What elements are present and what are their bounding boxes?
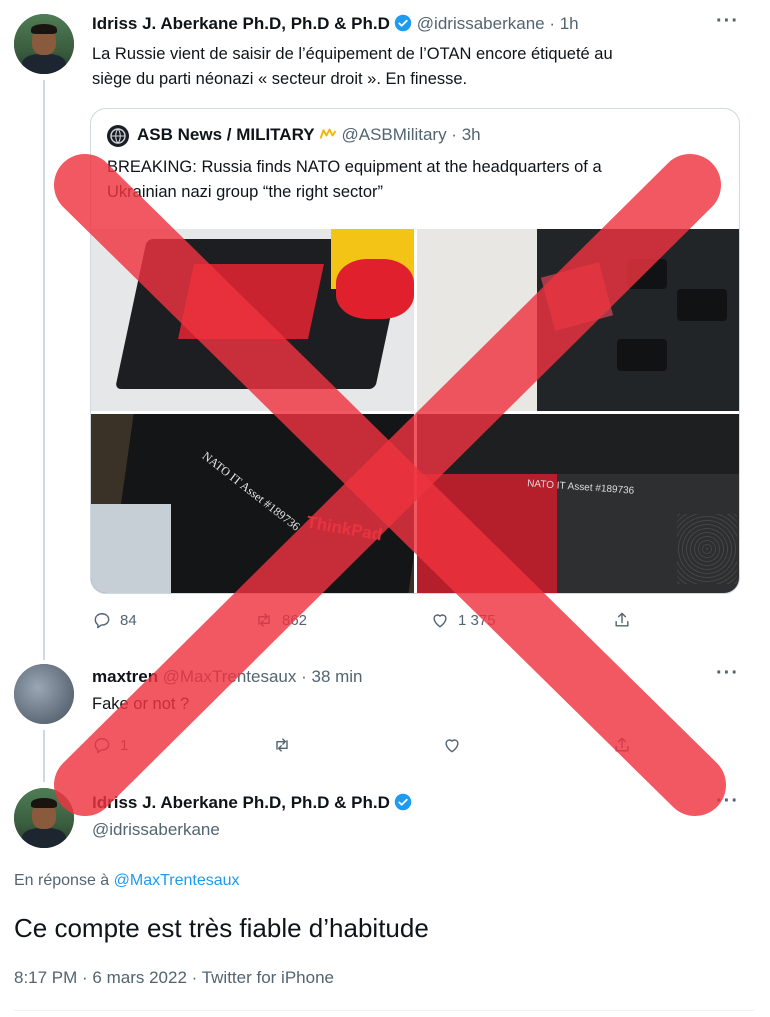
quote-text-line-1: BREAKING: Russia finds NATO equipment at… xyxy=(107,158,602,176)
reply-icon xyxy=(94,738,110,754)
reply-to-link[interactable]: @MaxTrentesaux xyxy=(114,872,240,889)
tweet-text-line-1: La Russie vient de saisir de l’équipemen… xyxy=(92,45,613,63)
red-keyboard-area xyxy=(178,264,324,339)
author-handle-time[interactable]: @MaxTrentesaux · 38 min xyxy=(163,667,363,686)
author-handle[interactable]: @idrissaberkane xyxy=(92,820,220,840)
quote-text-line-2: Ukrainian nazi group “the right sector” xyxy=(107,183,384,201)
quote-avatar xyxy=(107,125,129,147)
avatar-idriss[interactable] xyxy=(14,788,74,848)
avatar-maxtren[interactable] xyxy=(14,664,74,724)
reply-count: 84 xyxy=(120,611,137,629)
retweet-button[interactable]: 862 xyxy=(254,610,307,630)
retweet-count: 862 xyxy=(282,611,308,629)
reply-count: 1 xyxy=(120,736,129,754)
focused-tweet-text: Ce compte est très fiable d’habitude xyxy=(14,913,429,943)
tweet-text-line-2: siège du parti néonazi « secteur droit »… xyxy=(92,70,468,88)
photo-laptop-keyboard[interactable] xyxy=(91,229,414,411)
quote-author-name[interactable]: ASB News / MILITARY xyxy=(137,125,315,144)
photo-nato-sticker[interactable] xyxy=(417,229,739,411)
gold-m-icon xyxy=(319,128,337,139)
photo-nato-asset-label[interactable]: NATO IT Asset #189736 ThinkPad xyxy=(91,414,414,593)
share-button[interactable] xyxy=(612,735,632,755)
reply-button[interactable]: 1 xyxy=(92,735,128,755)
quote-author-handle-time[interactable]: @ASBMilitary · 3h xyxy=(341,125,480,144)
author-name[interactable]: maxtren xyxy=(92,667,158,686)
avatar-idriss[interactable] xyxy=(14,14,74,74)
reply-icon xyxy=(94,613,110,629)
quoted-tweet[interactable]: ASB News / MILITARY @ASBMilitary · 3h BR… xyxy=(90,108,740,594)
heart-icon xyxy=(433,614,447,628)
divider xyxy=(14,1010,754,1011)
retweet-icon xyxy=(276,738,288,752)
heart-icon xyxy=(445,739,459,753)
author-handle-time[interactable]: @idrissaberkane · 1h xyxy=(417,14,579,33)
more-options-icon[interactable]: ··· xyxy=(716,10,739,33)
like-button[interactable]: 1 375 xyxy=(430,610,496,630)
share-icon xyxy=(615,737,629,752)
retweet-button[interactable] xyxy=(272,735,292,755)
author-name[interactable]: Idriss J. Aberkane Ph.D, Ph.D & Ph.D xyxy=(92,793,390,812)
reply-button[interactable]: 84 xyxy=(92,610,137,630)
more-options-icon[interactable]: ··· xyxy=(716,790,739,813)
verified-badge-icon xyxy=(395,14,412,32)
photo-red-keyboard[interactable]: NATO IT Asset #189736 xyxy=(417,414,739,593)
thread-line xyxy=(43,80,45,660)
like-button[interactable] xyxy=(442,735,462,755)
share-button[interactable] xyxy=(612,610,632,630)
reply-context-label: En réponse à xyxy=(14,872,114,889)
tweet-meta[interactable]: 8:17 PM · 6 mars 2022 · Twitter for iPho… xyxy=(14,968,334,988)
like-count: 1 375 xyxy=(458,611,496,629)
share-icon xyxy=(615,612,629,627)
thread-line-2 xyxy=(43,730,45,782)
author-name[interactable]: Idriss J. Aberkane Ph.D, Ph.D & Ph.D xyxy=(92,14,390,33)
verified-badge-icon xyxy=(395,793,412,811)
retweet-icon xyxy=(258,613,270,627)
globe-icon xyxy=(110,128,126,144)
tweet-text: Fake or not ? xyxy=(92,695,190,713)
more-options-icon[interactable]: ··· xyxy=(716,662,739,685)
